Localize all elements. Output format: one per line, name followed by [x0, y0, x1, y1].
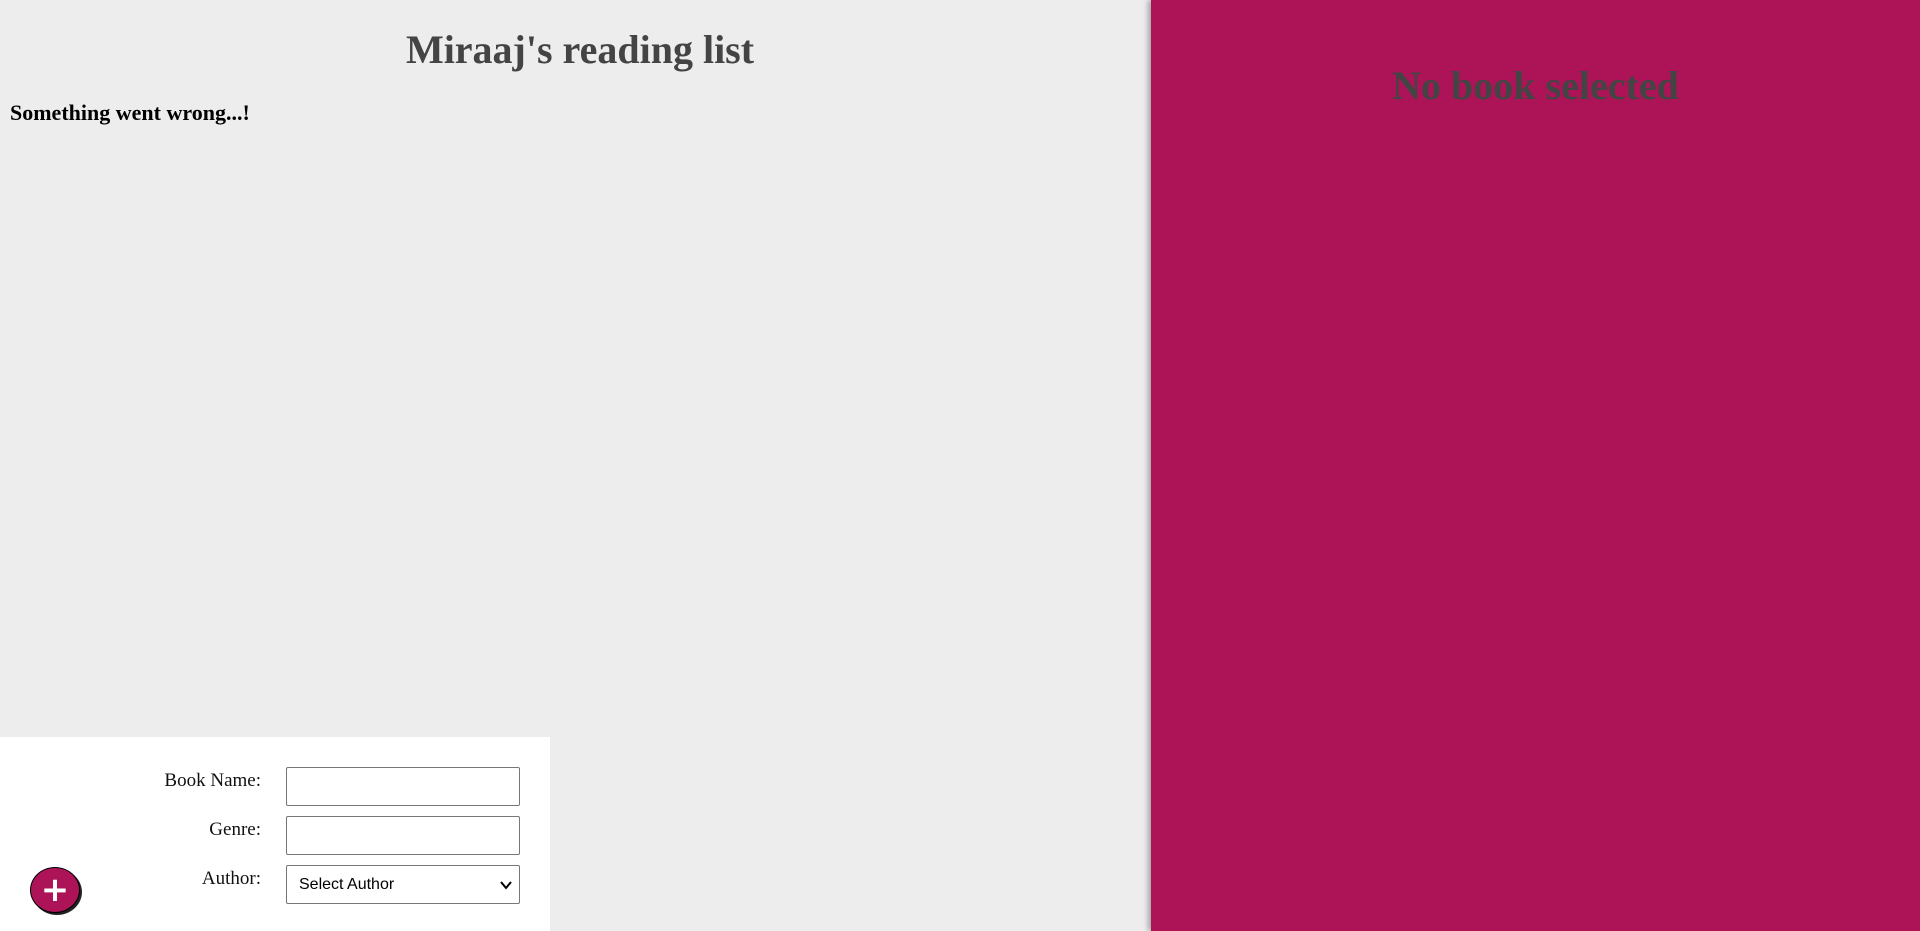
author-select-value: Select Author [299, 876, 395, 893]
page-title: Miraaj's reading list [405, 27, 755, 72]
book-details-panel: No book selected [1151, 0, 1920, 931]
app-root: Miraaj's reading list Something went wro… [0, 0, 1920, 931]
author-select[interactable]: Select Author [286, 865, 520, 904]
book-name-label: Book Name: [164, 770, 261, 791]
genre-label: Genre: [209, 819, 261, 840]
chevron-down-icon [500, 881, 512, 890]
add-book-form: Book Name: Genre: Author: Select Author [0, 737, 550, 931]
author-label: Author: [201, 868, 261, 889]
genre-input[interactable] [286, 816, 520, 855]
plus-icon: + [40, 870, 70, 910]
book-details-heading: No book selected [1392, 63, 1679, 108]
book-name-input[interactable] [286, 767, 520, 806]
add-book-button[interactable]: + [30, 867, 80, 913]
error-message: Something went wrong...! [10, 100, 250, 125]
